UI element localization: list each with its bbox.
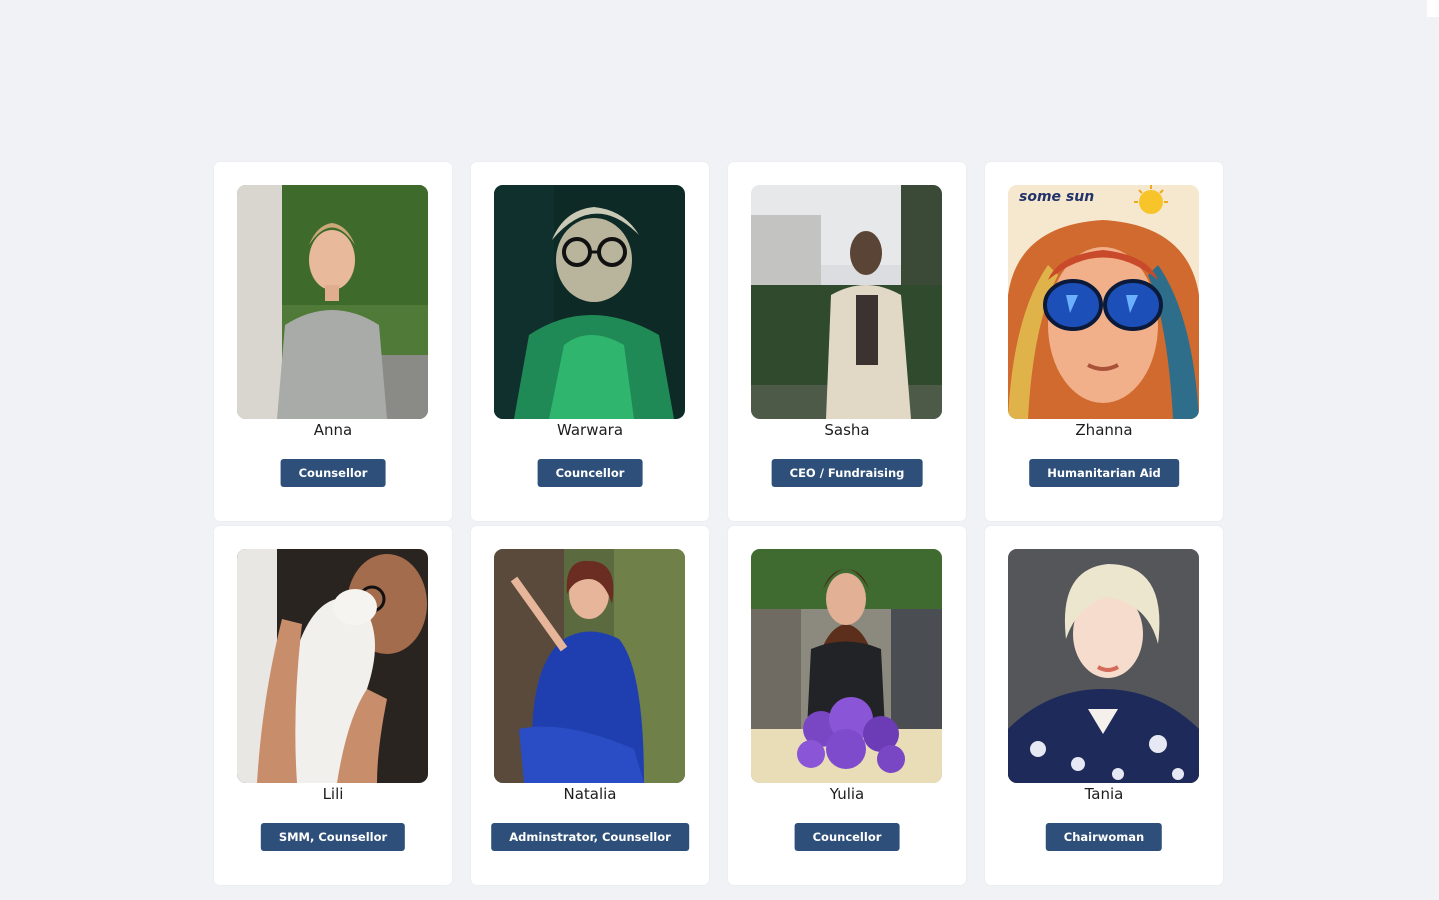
team-card: Tania Chairwoman xyxy=(985,526,1223,885)
team-grid: Anna Counsellor Warwara Councellor Sasha… xyxy=(214,162,1223,885)
member-photo: some sun xyxy=(1008,185,1199,419)
member-name: Warwara xyxy=(556,421,624,439)
team-card: Anna Counsellor xyxy=(214,162,452,521)
team-card: Warwara Councellor xyxy=(471,162,709,521)
role-button[interactable]: Chairwoman xyxy=(1045,823,1163,851)
role-button[interactable]: CEO / Fundraising xyxy=(771,459,923,487)
member-photo xyxy=(751,549,942,783)
role-button[interactable]: Adminstrator, Counsellor xyxy=(491,823,689,851)
scrollbar-corner[interactable] xyxy=(1427,0,1439,17)
role-button[interactable]: SMM, Counsellor xyxy=(260,823,406,851)
member-name: Natalia xyxy=(563,785,617,803)
member-photo xyxy=(751,185,942,419)
team-card: Lili SMM, Counsellor xyxy=(214,526,452,885)
role-button[interactable]: Councellor xyxy=(794,823,900,851)
svg-text:some sun: some sun xyxy=(1019,189,1094,205)
team-card: some sun Zhanna Humanitarian Aid xyxy=(985,162,1223,521)
role-button[interactable]: Councellor xyxy=(537,459,643,487)
member-name: Sasha xyxy=(824,421,870,439)
member-photo xyxy=(237,185,428,419)
role-button[interactable]: Humanitarian Aid xyxy=(1029,459,1179,487)
member-photo xyxy=(237,549,428,783)
member-name: Anna xyxy=(313,421,353,439)
team-page: Anna Counsellor Warwara Councellor Sasha… xyxy=(0,0,1439,900)
role-button[interactable]: Counsellor xyxy=(280,459,386,487)
member-photo xyxy=(1008,549,1199,783)
member-photo xyxy=(494,185,685,419)
member-name: Tania xyxy=(1084,785,1124,803)
member-name: Zhanna xyxy=(1075,421,1133,439)
member-photo xyxy=(494,549,685,783)
team-card: Natalia Adminstrator, Counsellor xyxy=(471,526,709,885)
team-card: Sasha CEO / Fundraising xyxy=(728,162,966,521)
member-name: Lili xyxy=(322,785,344,803)
team-card: Yulia Councellor xyxy=(728,526,966,885)
member-name: Yulia xyxy=(829,785,865,803)
